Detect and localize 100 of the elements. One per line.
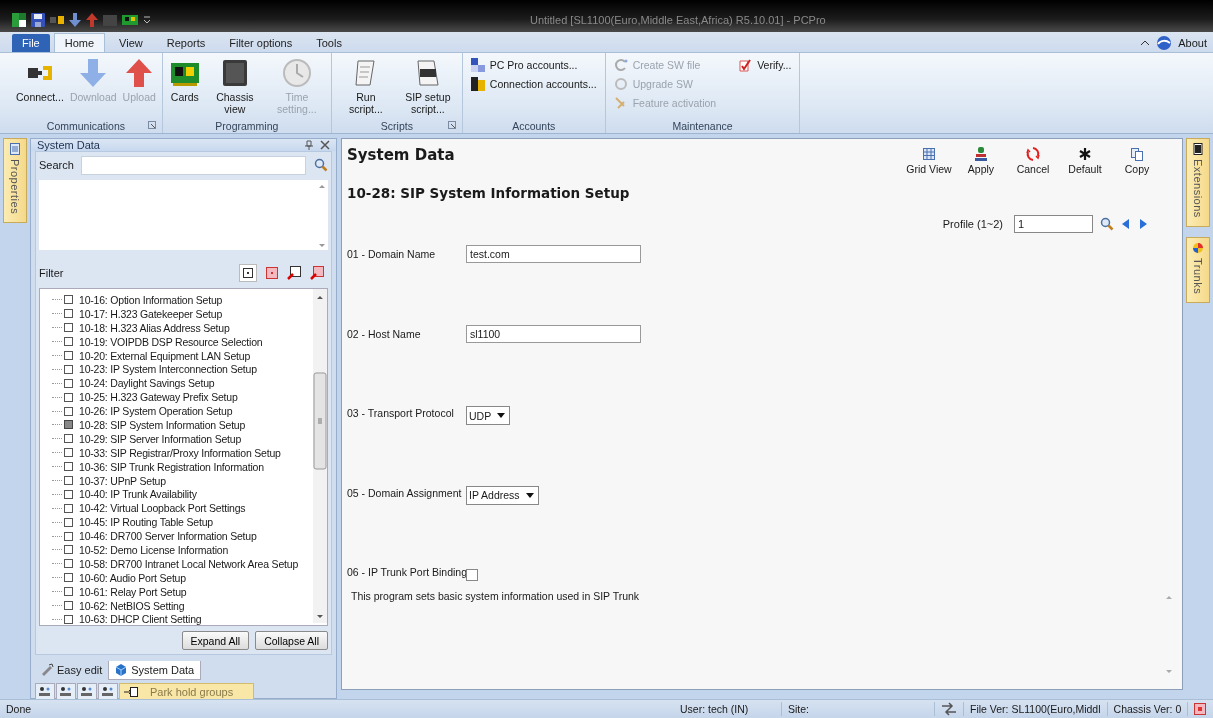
tree-item[interactable]: 10-58: DR700 Intranet Local Network Area Setup	[79, 557, 299, 570]
toolbar-button[interactable]: Apply	[956, 146, 1006, 175]
caret-icon	[525, 492, 534, 498]
refresh-icon	[613, 57, 628, 72]
ribbon-button[interactable]: Connect...	[14, 57, 66, 103]
tree-item[interactable]: 10-61: Relay Port Setup	[79, 585, 187, 598]
ribbon-tab[interactable]: Home	[53, 33, 106, 52]
tree-item[interactable]: 10-36: SIP Trunk Registration Information	[79, 460, 264, 473]
panel-button[interactable]: Collapse All	[255, 631, 328, 650]
panel-tab[interactable]: Easy edit	[35, 661, 109, 679]
tree-item[interactable]: 10-52: Demo License Information	[79, 543, 229, 556]
pencil-icon	[41, 663, 54, 677]
tree-item[interactable]: 10-26: IP System Operation Setup	[79, 405, 233, 418]
launcher-icon[interactable]	[447, 121, 456, 129]
ribbon-button[interactable]: SIP setup script...	[397, 57, 458, 115]
ribbon-button[interactable]: Chassis view	[204, 57, 265, 115]
caret-icon	[497, 413, 506, 418]
collapse-icon[interactable]	[1140, 39, 1151, 47]
ribbon-button[interactable]: Cards	[166, 57, 203, 103]
text-field[interactable]: test.com	[466, 245, 641, 263]
ribbon-button[interactable]: Connection accounts...	[466, 74, 601, 93]
text-field[interactable]: sl1100	[466, 324, 641, 343]
tree-item[interactable]: 10-45: IP Routing Table Setup	[79, 516, 213, 529]
ribbon-tab[interactable]: File	[12, 34, 50, 52]
phone-group-icon[interactable]	[35, 682, 55, 701]
group-label: Programming	[215, 119, 279, 132]
close-icon[interactable]	[320, 140, 330, 150]
ribbon-tab[interactable]: Reports	[156, 34, 216, 52]
window-title: Untitled [SL1100(Euro,Middle East,Africa) R5.10.01] - PCPro	[530, 14, 826, 26]
tree-item[interactable]: 10-20: External Equipment LAN Setup	[79, 349, 251, 362]
tree-item[interactable]: 10-40: IP Trunk Availability	[79, 488, 197, 501]
search-field[interactable]	[81, 155, 306, 175]
tree-item[interactable]: 10-28: SIP System Information Setup	[79, 418, 246, 431]
tree-item[interactable]: 10-17: H.323 Gatekeeper Setup	[79, 307, 223, 320]
about-link[interactable]: About	[1178, 37, 1207, 49]
cancel-icon	[1025, 146, 1041, 162]
ribbon-tab[interactable]: Filter options	[219, 34, 303, 52]
up-arrow-icon[interactable]	[86, 13, 98, 27]
group-label: Maintenance	[672, 119, 733, 132]
tree-item[interactable]: 10-63: DHCP Client Setting	[79, 613, 202, 625]
tree-item[interactable]: 10-23: IP System Interconnection Setup	[79, 363, 257, 376]
section-title: 10-28: SIP System Information Setup	[347, 185, 631, 201]
status-text: Done	[5, 702, 33, 716]
ribbon-button[interactable]: Verify...	[734, 55, 796, 74]
page-title: System Data	[347, 146, 455, 166]
checkbox[interactable]	[466, 569, 478, 581]
copy-icon	[1129, 146, 1145, 162]
cube-icon	[115, 663, 129, 677]
phone-group-icon[interactable]	[98, 682, 118, 701]
status-text: User: tech (IN)	[674, 702, 782, 716]
filter-all-icon[interactable]	[239, 264, 257, 282]
down-arrow-icon[interactable]	[69, 13, 81, 27]
tree-item[interactable]: 10-37: UPnP Setup	[79, 474, 166, 487]
side-tab[interactable]: Trunks	[1186, 236, 1210, 304]
panel-tab[interactable]: System Data	[108, 661, 202, 680]
ribbon-tab[interactable]: Tools	[306, 34, 352, 52]
next-icon[interactable]	[1138, 218, 1148, 230]
tree-item[interactable]: 10-60: Audio Port Setup	[79, 571, 186, 584]
stop-icon[interactable]	[1194, 703, 1207, 715]
toolbar-button[interactable]: Cancel	[1008, 146, 1058, 175]
side-tab[interactable]: Extensions	[1186, 138, 1210, 227]
search-icon[interactable]	[1100, 217, 1114, 231]
tree-item[interactable]: 10-19: VOIPDB DSP Resource Selection	[79, 335, 263, 348]
tree-item[interactable]: 10-62: NetBIOS Setting	[79, 599, 185, 612]
pin-icon[interactable]	[304, 140, 314, 150]
dropdown[interactable]: UDP	[466, 406, 511, 425]
tree-item[interactable]: 10-24: Daylight Savings Setup	[79, 377, 215, 390]
toolbar-button[interactable]: Default	[1060, 146, 1110, 175]
launcher-icon[interactable]	[147, 121, 156, 129]
tree-item[interactable]: 10-29: SIP Server Information Setup	[79, 432, 242, 445]
squares-icon	[470, 57, 485, 72]
previous-icon[interactable]	[1121, 218, 1131, 230]
search-icon[interactable]	[314, 158, 328, 172]
card-icon[interactable]	[122, 13, 138, 27]
field-label: 05 - Domain Assignment	[347, 485, 462, 499]
side-tab[interactable]: Properties	[3, 138, 27, 224]
tree-item[interactable]: 10-33: SIP Registrar/Proxy Information Setup	[79, 446, 281, 459]
ribbon-button[interactable]: Run script...	[335, 57, 396, 115]
toolbar-button[interactable]: Grid View	[904, 146, 954, 175]
tree-item[interactable]: 10-42: Virtual Loopback Port Settings	[79, 502, 246, 515]
panel-button[interactable]: Expand All	[181, 631, 250, 650]
park-icon	[124, 685, 138, 698]
filter-changed-icon[interactable]	[266, 267, 278, 279]
tree-item[interactable]: 10-46: DR700 Server Information Setup	[79, 530, 257, 543]
panel-title: System Data	[37, 139, 101, 151]
phone-group-icon[interactable]	[77, 682, 97, 701]
ribbon-button[interactable]: PC Pro accounts...	[466, 55, 601, 74]
phone-group-icon[interactable]	[56, 682, 76, 701]
tree-item[interactable]: 10-16: Option Information Setup	[79, 293, 223, 306]
help-icon[interactable]	[1156, 35, 1173, 51]
profile-label: Profile (1~2)	[942, 218, 1003, 230]
tree-item[interactable]: 10-18: H.323 Alias Address Setup	[79, 321, 230, 334]
ribbon-tab[interactable]: View	[109, 34, 153, 52]
save-icon[interactable]	[31, 13, 45, 27]
toolbar-button[interactable]: Copy	[1112, 146, 1162, 175]
plug-icon[interactable]	[50, 13, 64, 27]
profile-field[interactable]: 1	[1014, 215, 1093, 233]
tree-item[interactable]: 10-25: H.323 Gateway Prefix Setup	[79, 391, 238, 404]
dropdown[interactable]: IP Address	[466, 485, 539, 505]
scrollbar[interactable]	[313, 289, 327, 623]
